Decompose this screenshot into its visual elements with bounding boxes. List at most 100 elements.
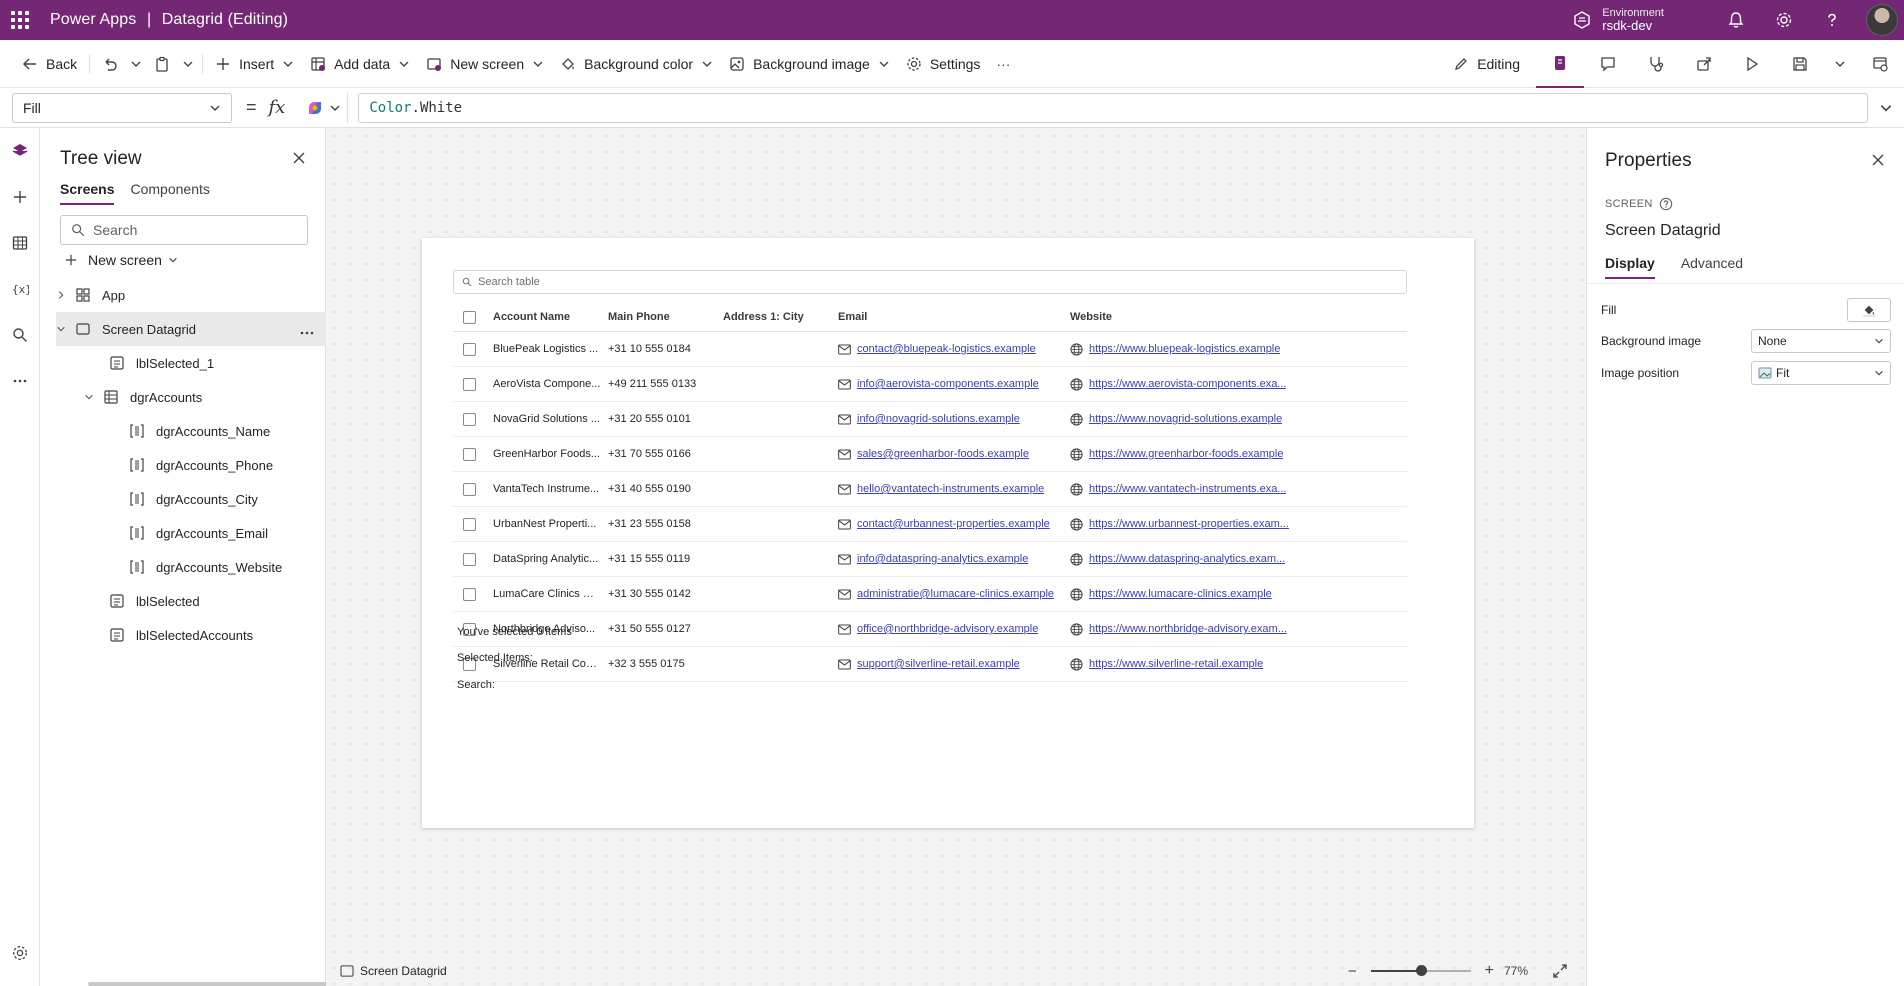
zoom-out-button[interactable]: −: [1348, 963, 1357, 980]
column-header-city[interactable]: Address 1: City: [723, 302, 831, 331]
tree-node-app[interactable]: App: [40, 278, 326, 312]
table-row[interactable]: AeroVista Compone... +49 211 555 0133 info…: [453, 367, 1407, 402]
tree-node-dgraccounts-name[interactable]: dgrAccounts_Name: [40, 414, 326, 448]
settings-command-button[interactable]: Settings: [898, 48, 989, 80]
tree-node-screen-datagrid[interactable]: Screen Datagrid: [56, 312, 326, 346]
table-row[interactable]: VantaTech Instrume... +31 40 555 0190 hell…: [453, 472, 1407, 507]
environment-picker[interactable]: Environment rsdk-dev: [1602, 7, 1664, 33]
variables-rail-button[interactable]: {x}: [0, 266, 40, 312]
tree-node-lblselected-1[interactable]: lblSelected_1: [40, 346, 326, 380]
table-row[interactable]: NovaGrid Solutions ... +31 20 555 0101 inf…: [453, 402, 1407, 437]
tab-components[interactable]: Components: [130, 181, 209, 205]
app-screen-canvas[interactable]: Search table Account Name Main Phone Add…: [422, 238, 1474, 828]
datagrid-search-input[interactable]: Search table: [453, 270, 1407, 294]
table-row[interactable]: DataSpring Analytic... +31 15 555 0119 inf…: [453, 542, 1407, 577]
column-header-website[interactable]: Website: [1070, 302, 1315, 331]
email-link[interactable]: support@silverline-retail.example: [857, 658, 1020, 670]
tree-search-input[interactable]: Search: [60, 215, 308, 245]
save-dropdown-button[interactable]: [1824, 40, 1856, 88]
row-checkbox[interactable]: [463, 343, 476, 356]
email-link[interactable]: administratie@lumacare-clinics.example: [857, 588, 1054, 600]
table-row[interactable]: UrbanNest Properti... +31 23 555 0158 cont…: [453, 507, 1407, 542]
share-button[interactable]: [1680, 40, 1728, 88]
health-check-button[interactable]: [1632, 40, 1680, 88]
help-button[interactable]: [1822, 10, 1842, 30]
column-header-account-name[interactable]: Account Name: [493, 302, 601, 331]
app-settings-rail-button[interactable]: [0, 930, 40, 976]
paste-button[interactable]: [146, 48, 178, 80]
tree-node-dgraccounts-email[interactable]: dgrAccounts_Email: [40, 516, 326, 550]
user-avatar[interactable]: [1866, 4, 1898, 36]
undo-button[interactable]: [94, 48, 126, 80]
email-link[interactable]: info@dataspring-analytics.example: [857, 553, 1028, 565]
new-screen-button[interactable]: New screen: [418, 48, 552, 80]
insert-rail-button[interactable]: [0, 174, 40, 220]
background-image-button[interactable]: Background image: [721, 48, 898, 80]
table-row[interactable]: Silverline Retail Con... +32 3 555 0175 su…: [453, 647, 1407, 682]
tree-view-rail-button[interactable]: [0, 128, 40, 174]
copilot-formula-button[interactable]: [299, 92, 349, 123]
tab-screens[interactable]: Screens: [60, 181, 115, 205]
tab-display[interactable]: Display: [1605, 255, 1655, 279]
website-link[interactable]: https://www.dataspring-analytics.exam...: [1089, 553, 1285, 565]
email-link[interactable]: contact@bluepeak-logistics.example: [857, 343, 1036, 355]
search-rail-button[interactable]: [0, 312, 40, 358]
settings-button[interactable]: [1774, 10, 1794, 30]
preview-button[interactable]: [1728, 40, 1776, 88]
column-header-main-phone[interactable]: Main Phone: [608, 302, 716, 331]
email-link[interactable]: hello@vantatech-instruments.example: [857, 483, 1044, 495]
insert-button[interactable]: Insert: [207, 48, 302, 80]
tab-advanced[interactable]: Advanced: [1681, 255, 1743, 279]
website-link[interactable]: https://www.silverline-retail.example: [1089, 658, 1263, 670]
table-row[interactable]: Northbridge Adviso... +31 50 555 0127 offi…: [453, 612, 1407, 647]
app-launcher-button[interactable]: [0, 0, 40, 40]
tree-node-dgraccounts-phone[interactable]: dgrAccounts_Phone: [40, 448, 326, 482]
zoom-slider-thumb[interactable]: [1415, 965, 1427, 976]
background-color-button[interactable]: Background color: [552, 48, 721, 80]
row-checkbox[interactable]: [463, 378, 476, 391]
tree-new-screen-button[interactable]: New screen: [64, 252, 178, 268]
email-link[interactable]: info@aerovista-components.example: [857, 378, 1039, 390]
help-circle-icon[interactable]: [1659, 197, 1673, 211]
website-link[interactable]: https://www.aerovista-components.exa...: [1089, 378, 1286, 390]
tree-node-lblselectedaccounts[interactable]: lblSelectedAccounts: [40, 618, 326, 652]
website-link[interactable]: https://www.urbannest-properties.exam...: [1089, 518, 1289, 530]
website-link[interactable]: https://www.novagrid-solutions.example: [1089, 413, 1282, 425]
tree-node-dgraccounts[interactable]: dgrAccounts: [40, 380, 326, 414]
website-link[interactable]: https://www.northbridge-advisory.exam...: [1089, 623, 1287, 635]
close-icon[interactable]: [1870, 152, 1886, 168]
save-button[interactable]: [1776, 40, 1824, 88]
comments-button[interactable]: [1584, 40, 1632, 88]
chevron-right-icon[interactable]: [54, 290, 68, 300]
chevron-down-icon[interactable]: [54, 324, 68, 334]
data-rail-button[interactable]: [0, 220, 40, 266]
row-checkbox[interactable]: [463, 553, 476, 566]
editing-mode-button[interactable]: Editing: [1445, 48, 1528, 80]
ellipsis-icon[interactable]: [300, 323, 314, 338]
email-link[interactable]: info@novagrid-solutions.example: [857, 413, 1020, 425]
table-row[interactable]: GreenHarbor Foods... +31 70 555 0166 sales…: [453, 437, 1407, 472]
row-checkbox[interactable]: [463, 588, 476, 601]
row-checkbox[interactable]: [463, 413, 476, 426]
select-all-checkbox[interactable]: [463, 310, 476, 324]
website-link[interactable]: https://www.greenharbor-foods.example: [1089, 448, 1283, 460]
zoom-slider[interactable]: [1370, 965, 1471, 976]
chevron-down-icon[interactable]: [82, 392, 96, 402]
expand-formula-button[interactable]: [1868, 93, 1904, 123]
tree-node-dgraccounts-website[interactable]: dgrAccounts_Website: [40, 550, 326, 584]
undo-dropdown-button[interactable]: [126, 48, 146, 80]
website-link[interactable]: https://www.lumacare-clinics.example: [1089, 588, 1272, 600]
paste-dropdown-button[interactable]: [178, 48, 198, 80]
screen-breadcrumb[interactable]: Screen Datagrid: [340, 964, 447, 978]
row-checkbox[interactable]: [463, 448, 476, 461]
email-link[interactable]: sales@greenharbor-foods.example: [857, 448, 1029, 460]
property-dropdown[interactable]: Fill: [12, 92, 232, 123]
tree-node-lblselected[interactable]: lblSelected: [40, 584, 326, 618]
formula-input[interactable]: Color. White: [358, 92, 1868, 123]
app-checker-tab[interactable]: [1536, 40, 1584, 88]
background-image-dropdown[interactable]: None: [1751, 329, 1891, 353]
table-row[interactable]: LumaCare Clinics B.V. +31 30 555 0142 admi…: [453, 577, 1407, 612]
tree-node-dgraccounts-city[interactable]: dgrAccounts_City: [40, 482, 326, 516]
zoom-in-button[interactable]: +: [1485, 962, 1494, 980]
website-link[interactable]: https://www.bluepeak-logistics.example: [1089, 343, 1280, 355]
